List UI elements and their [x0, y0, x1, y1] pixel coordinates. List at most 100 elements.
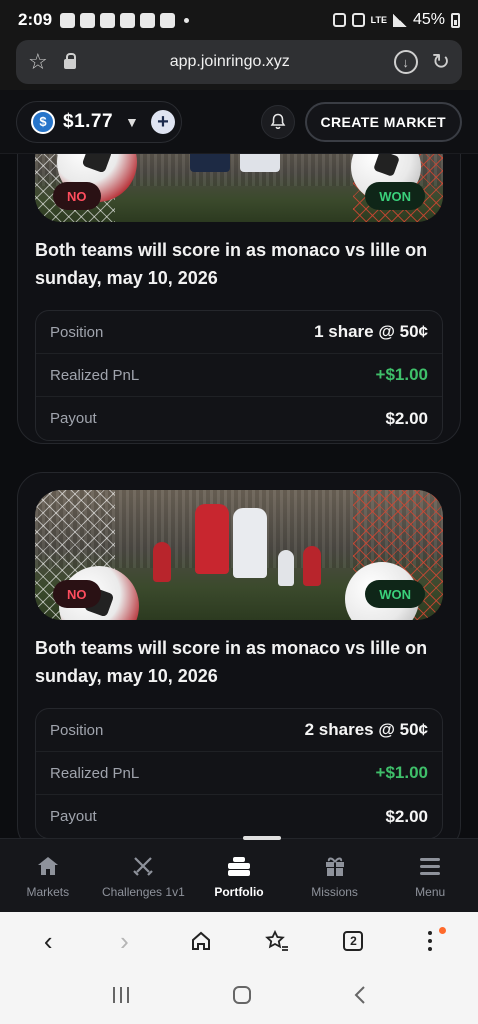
tab-count: 2 — [343, 931, 364, 951]
position-stats: Position 1 share @ 50¢ Realized PnL +$1.… — [35, 310, 443, 441]
home-outline-icon — [191, 931, 210, 950]
stat-row-position: Position 1 share @ 50¢ — [36, 311, 442, 354]
forward-button[interactable]: › — [104, 921, 144, 961]
recents-icon — [112, 986, 129, 1003]
status-won-badge: WON — [365, 182, 425, 210]
recents-button[interactable] — [111, 986, 131, 1009]
app-header: $ $1.77 ▼ + CREATE MARKET — [0, 90, 478, 154]
drag-handle[interactable] — [243, 836, 281, 840]
system-indicators: LTE 45% — [332, 11, 460, 29]
alarm-lock-icon — [332, 13, 346, 27]
bookmark-star-icon[interactable]: ☆ — [28, 49, 58, 75]
home-button[interactable] — [181, 921, 221, 961]
browser-url-area: ☆ app.joinringo.xyz ↓ ↻ — [0, 40, 478, 90]
back-button[interactable]: ‹ — [28, 921, 68, 961]
notification-icons — [60, 12, 190, 28]
player-figure — [233, 508, 267, 578]
url-bar[interactable]: ☆ app.joinringo.xyz ↓ ↻ — [16, 40, 462, 84]
bottom-nav: Markets Challenges 1v1 Portfolio Mission… — [0, 836, 478, 912]
position-card[interactable]: NO WON Both teams will score in as monac… — [17, 472, 461, 838]
reload-icon[interactable]: ↻ — [432, 49, 450, 75]
home-icon — [36, 853, 60, 879]
position-card[interactable]: NO WON Both teams will score in as monac… — [17, 154, 461, 444]
market-title[interactable]: Both teams will score in as monaco vs li… — [35, 634, 443, 690]
discord-icon — [120, 12, 136, 28]
usdc-icon: $ — [31, 109, 55, 134]
player-figure — [195, 504, 229, 574]
home-square-icon — [232, 985, 251, 1004]
stat-label: Realized PnL — [50, 764, 140, 782]
home-nav-button[interactable] — [232, 985, 252, 1010]
download-icon[interactable]: ↓ — [393, 50, 418, 74]
nav-menu[interactable]: Menu — [382, 839, 478, 912]
stat-value: +$1.00 — [375, 365, 428, 384]
outcome-no-badge: NO — [53, 182, 101, 210]
browser-menu-button[interactable] — [410, 921, 450, 961]
stat-row-realized-pnl: Realized PnL +$1.00 — [36, 354, 442, 397]
more-vertical-icon — [427, 931, 432, 951]
chevron-right-icon: › — [120, 925, 129, 956]
nav-markets[interactable]: Markets — [0, 839, 96, 912]
chevron-down-icon[interactable]: ▼ — [125, 114, 139, 130]
star-list-icon — [265, 930, 289, 951]
gift-icon — [323, 853, 347, 879]
outcome-no-badge: NO — [53, 580, 101, 608]
browser-toolbar: ‹ › 2 — [0, 912, 478, 970]
stat-label: Position — [50, 323, 104, 341]
signal-icon — [392, 13, 407, 27]
stat-value: $2.00 — [385, 408, 428, 428]
nav-challenges[interactable]: Challenges 1v1 — [96, 839, 192, 912]
stat-label: Realized PnL — [50, 366, 140, 384]
battery-icon — [451, 12, 460, 28]
nav-label: Markets — [26, 884, 70, 899]
update-indicator-dot — [438, 927, 446, 934]
portfolio-list[interactable]: NO WON Both teams will score in as monac… — [0, 154, 478, 838]
bell-icon — [270, 113, 285, 129]
instagram-icon — [160, 12, 176, 28]
telegram-icon — [140, 12, 156, 28]
bookmarks-button[interactable] — [257, 921, 297, 961]
battery-percent: 45% — [412, 11, 445, 28]
player-figure — [303, 546, 321, 586]
balance-selector[interactable]: $ $1.77 ▼ + — [16, 100, 182, 143]
stat-row-realized-pnl: Realized PnL +$1.00 — [36, 752, 442, 795]
notifications-button[interactable] — [260, 104, 295, 139]
nav-label: Menu — [415, 884, 446, 899]
nav-label: Challenges 1v1 — [102, 884, 185, 899]
market-title[interactable]: Both teams will score in as monaco vs li… — [35, 236, 443, 292]
market-banner-image: NO WON — [35, 154, 443, 222]
whatsapp-icon — [60, 12, 76, 28]
back-nav-button[interactable] — [353, 985, 367, 1010]
stat-value: +$1.00 — [375, 763, 428, 782]
nav-portfolio[interactable]: Portfolio — [191, 839, 287, 912]
stat-value: 1 share @ 50¢ — [314, 322, 428, 341]
network-type: LTE — [370, 14, 387, 25]
briefcase-icon — [226, 853, 252, 879]
stat-row-position: Position 2 shares @ 50¢ — [36, 709, 442, 752]
nav-label: Portfolio — [214, 884, 264, 899]
nav-label: Missions — [311, 884, 358, 899]
create-market-button[interactable]: CREATE MARKET — [304, 101, 462, 142]
lock-icon[interactable] — [64, 53, 76, 69]
stat-label: Payout — [50, 808, 97, 825]
add-funds-button[interactable]: + — [150, 109, 175, 134]
nav-missions[interactable]: Missions — [287, 839, 383, 912]
stat-label: Payout — [50, 410, 97, 427]
position-stats: Position 2 shares @ 50¢ Realized PnL +$1… — [35, 708, 443, 838]
stat-value: 2 shares @ 50¢ — [304, 720, 428, 739]
stat-row-payout: Payout $2.00 — [36, 795, 442, 838]
balance-amount: $1.77 — [63, 110, 114, 132]
url-text[interactable]: app.joinringo.xyz — [76, 53, 384, 71]
chevron-left-icon: ‹ — [43, 925, 53, 956]
status-bar: 2:09 LTE 45% — [0, 0, 478, 40]
stat-value: $2.00 — [385, 806, 428, 826]
discord-icon — [100, 12, 116, 28]
status-won-badge: WON — [365, 580, 425, 608]
player-figure — [153, 542, 171, 582]
stat-row-payout: Payout $2.00 — [36, 397, 442, 440]
player-figure — [278, 550, 294, 586]
android-nav-bar — [0, 970, 478, 1024]
status-time: 2:09 — [18, 10, 53, 29]
hamburger-icon — [418, 853, 442, 879]
tabs-button[interactable]: 2 — [333, 921, 373, 961]
